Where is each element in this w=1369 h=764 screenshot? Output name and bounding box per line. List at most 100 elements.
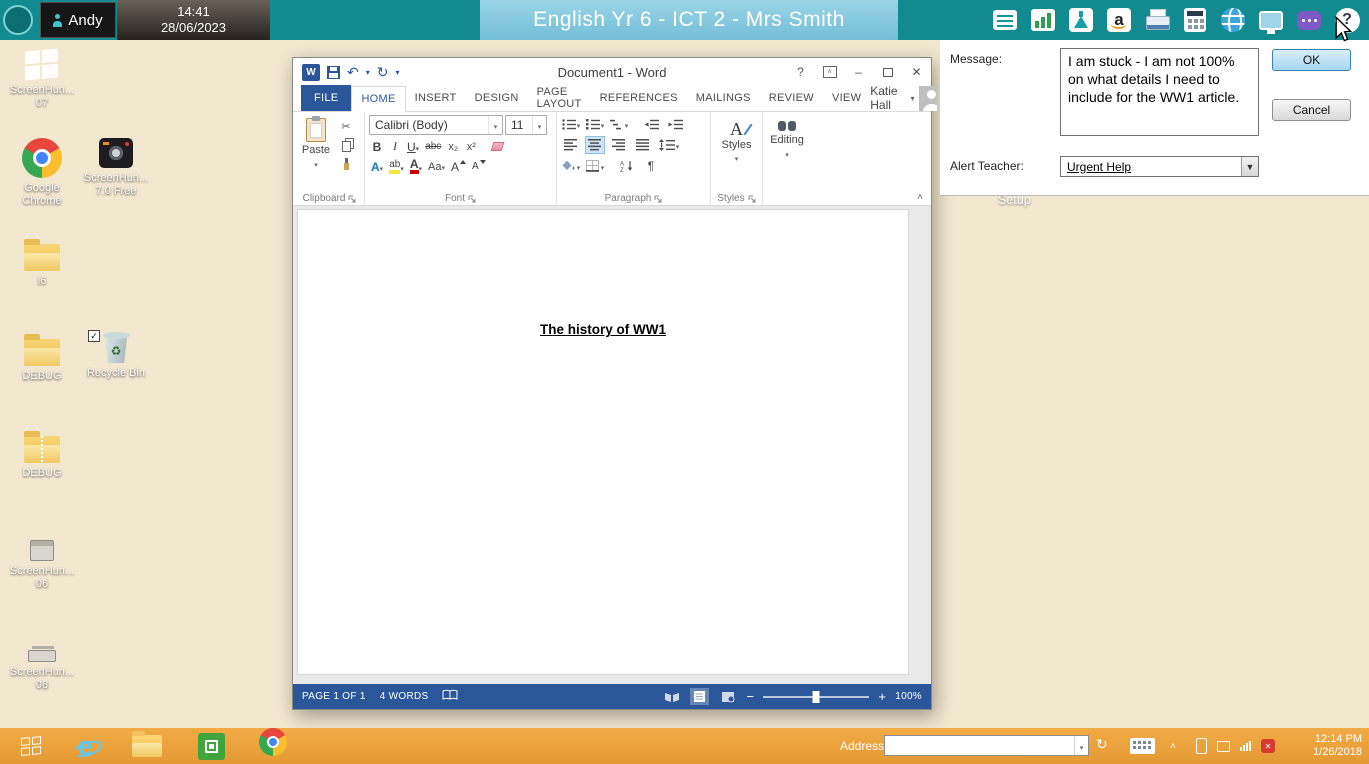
avatar[interactable] <box>919 86 936 111</box>
desktop-icon-debug-folder[interactable]: DEBUG <box>6 333 78 383</box>
word-titlebar[interactable]: W ↶ ▾ ↻ ▾ Document1 - Word ? ˄ – ✕ <box>293 58 931 86</box>
font-name-combobox[interactable]: Calibri (Body) <box>369 115 503 135</box>
zoom-slider[interactable] <box>763 696 869 698</box>
paste-button[interactable]: Paste <box>299 115 333 174</box>
read-mode-button[interactable] <box>662 688 681 705</box>
start-button[interactable] <box>8 728 54 764</box>
drive-icon[interactable] <box>1217 741 1230 752</box>
dialog-launcher-icon[interactable] <box>654 195 662 203</box>
customize-toolbar-icon[interactable]: ▾ <box>395 68 399 77</box>
chrome-taskbar-button[interactable] <box>252 728 294 756</box>
minimize-button[interactable]: – <box>844 58 873 86</box>
shrink-font-button[interactable]: A <box>470 158 488 175</box>
chevron-down-icon[interactable]: ▾ <box>366 68 370 77</box>
desktop-icon-screenhunter-06[interactable]: ScreenHun... 06 <box>6 536 78 591</box>
format-painter-button[interactable] <box>337 159 355 174</box>
strikethrough-button[interactable]: abc <box>423 138 443 155</box>
checkbox-checked-icon[interactable]: ✓ <box>88 330 100 342</box>
tab-design[interactable]: DESIGN <box>466 85 528 111</box>
tab-page-layout[interactable]: PAGE LAYOUT <box>528 85 591 111</box>
superscript-button[interactable]: x² <box>463 138 479 155</box>
increase-indent-button[interactable] <box>665 115 685 133</box>
desktop-icon-recycle-bin[interactable]: ✓ ♻ Recycle Bin <box>80 330 152 380</box>
grow-font-button[interactable]: A <box>449 158 468 175</box>
maximize-button[interactable] <box>873 58 902 86</box>
address-input[interactable] <box>884 735 1089 756</box>
page-indicator[interactable]: PAGE 1 OF 1 <box>302 691 366 702</box>
zoom-out-button[interactable]: − <box>746 690 754 703</box>
device-icon[interactable] <box>1196 738 1207 754</box>
help-button[interactable]: ? <box>786 58 815 86</box>
zoom-slider-thumb[interactable] <box>813 691 820 703</box>
refresh-button[interactable]: ↻ <box>1096 736 1108 753</box>
touch-keyboard-icon[interactable] <box>1130 738 1155 754</box>
font-color-button[interactable]: A <box>408 158 424 175</box>
tab-mailings[interactable]: MAILINGS <box>687 85 760 111</box>
bold-button[interactable]: B <box>369 138 385 155</box>
web-layout-button[interactable] <box>718 688 737 705</box>
cancel-button[interactable]: Cancel <box>1272 99 1351 121</box>
shading-button[interactable] <box>561 157 581 175</box>
sort-button[interactable]: AZ <box>617 157 637 175</box>
network-signal-icon[interactable] <box>1240 741 1251 751</box>
styles-button[interactable]: A Styles <box>715 115 758 164</box>
tab-home[interactable]: HOME <box>351 86 405 112</box>
alert-badge-icon[interactable]: ✕ <box>1261 739 1275 753</box>
highlight-button[interactable]: ab <box>387 158 406 175</box>
tab-references[interactable]: REFERENCES <box>591 85 687 111</box>
ok-button[interactable]: OK <box>1272 49 1351 71</box>
desktop-icon-i6[interactable]: i6 <box>6 238 78 288</box>
apps-button[interactable] <box>1067 6 1095 34</box>
alert-teacher-dropdown[interactable]: Urgent Help ▼ <box>1060 156 1259 177</box>
align-center-button[interactable] <box>585 136 605 154</box>
web-button[interactable] <box>1219 6 1247 34</box>
cut-button[interactable]: ✂ <box>337 119 355 134</box>
underline-button[interactable]: U <box>405 138 421 155</box>
dialog-launcher-icon[interactable] <box>748 195 756 203</box>
borders-button[interactable] <box>585 157 605 175</box>
chevron-down-icon[interactable] <box>1074 736 1088 755</box>
zoom-in-button[interactable]: + <box>878 690 886 703</box>
close-button[interactable]: ✕ <box>902 58 931 86</box>
undo-button[interactable]: ↶ <box>347 65 359 79</box>
document-page[interactable]: The history of WW1 <box>297 209 909 675</box>
align-right-button[interactable] <box>609 136 629 154</box>
tab-review[interactable]: REVIEW <box>760 85 823 111</box>
desktop-icon-google-chrome[interactable]: Google Chrome <box>6 138 78 208</box>
show-hidden-icons-button[interactable]: ˄ <box>1170 741 1176 752</box>
word-count[interactable]: 4 WORDS <box>380 691 429 702</box>
message-textarea[interactable]: I am stuck - I am not 100% on what detai… <box>1060 48 1259 136</box>
justify-button[interactable] <box>633 136 653 154</box>
desktop-icon-screenhunter-07[interactable]: ScreenHun... 07 <box>6 50 78 110</box>
copy-button[interactable] <box>337 139 355 154</box>
text-effects-button[interactable]: A <box>369 158 385 175</box>
bullets-button[interactable] <box>561 115 581 133</box>
multilevel-list-button[interactable] <box>609 115 629 133</box>
file-explorer-button[interactable] <box>126 728 168 764</box>
chevron-down-icon[interactable] <box>532 116 546 134</box>
a-app-button[interactable]: a <box>1105 6 1133 34</box>
proofing-icon[interactable] <box>442 689 458 704</box>
zoom-level[interactable]: 100% <box>895 691 922 702</box>
desktop-icon-screenhunter-free[interactable]: ScreenHun... 7.0 Free <box>80 138 152 198</box>
app-logo-icon[interactable] <box>3 5 33 35</box>
line-spacing-button[interactable] <box>657 136 681 154</box>
align-left-button[interactable] <box>561 136 581 154</box>
document-area[interactable]: The history of WW1 <box>293 206 931 686</box>
document-heading[interactable]: The history of WW1 <box>298 322 908 337</box>
internet-explorer-button[interactable]: e <box>64 728 106 764</box>
font-size-combobox[interactable]: 11 <box>505 115 547 135</box>
messages-button[interactable] <box>991 6 1019 34</box>
calculator-button[interactable] <box>1181 6 1209 34</box>
decrease-indent-button[interactable] <box>641 115 661 133</box>
taskbar-clock[interactable]: 12:14 PM 1/26/2018 <box>1313 733 1362 759</box>
chat-button[interactable] <box>1295 6 1323 34</box>
chevron-down-icon[interactable]: ▼ <box>1241 157 1258 176</box>
subscript-button[interactable]: x₂ <box>445 138 461 155</box>
redo-button[interactable]: ↻ <box>377 65 389 79</box>
editing-button[interactable]: Editing <box>767 115 807 160</box>
screen-share-button[interactable] <box>1257 6 1285 34</box>
save-button[interactable] <box>327 66 340 79</box>
account-area[interactable]: Katie Hall ▾ <box>870 85 939 111</box>
desktop-icon-debug-zip[interactable]: DEBUG <box>6 430 78 480</box>
